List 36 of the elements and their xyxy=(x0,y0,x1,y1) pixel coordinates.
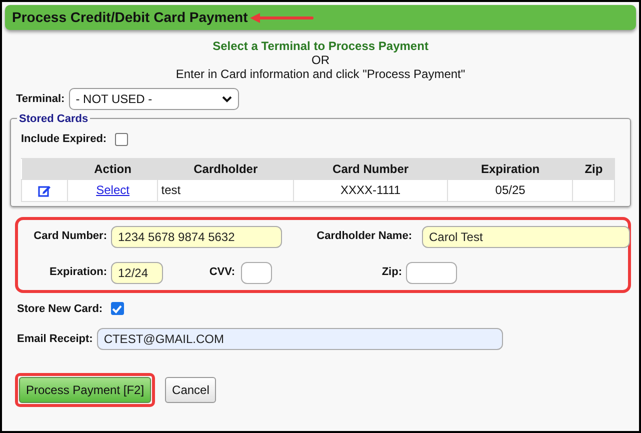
process-payment-button[interactable]: Process Payment [F2] xyxy=(19,377,152,403)
page-title: Process Credit/Debit Card Payment xyxy=(12,8,248,27)
column-header: Expiration xyxy=(448,158,573,179)
input-field[interactable]: 1234 5678 9874 5632 xyxy=(111,226,282,248)
input-field[interactable] xyxy=(241,262,272,284)
field-label: Cardholder Name: xyxy=(316,229,412,244)
input-field[interactable] xyxy=(406,262,457,284)
chevron-down-icon xyxy=(222,96,232,102)
column-header: Action xyxy=(68,158,158,179)
checkbox-label: Include Expired: xyxy=(21,132,107,147)
field-label: Card Number: xyxy=(32,229,107,244)
instruction-text: OR xyxy=(312,53,330,67)
checkbox-label: Store New Card: xyxy=(17,302,103,316)
field-label: Expiration: xyxy=(48,265,107,280)
column-header: Cardholder xyxy=(158,158,294,179)
email-field[interactable]: CTEST@GMAIL.COM xyxy=(96,328,503,350)
field-label: CVV: xyxy=(208,265,235,280)
terminal-label: Terminal: xyxy=(16,92,65,107)
table-cell: test xyxy=(158,179,294,201)
edit-icon[interactable] xyxy=(38,184,52,197)
dropdown-value: - NOT USED - xyxy=(76,91,152,108)
store-card-checkbox[interactable] xyxy=(110,302,124,316)
arrow-icon xyxy=(250,12,314,22)
column-header: Zip xyxy=(572,158,614,179)
field-label: Zip: xyxy=(380,265,402,280)
include-expired-checkbox[interactable] xyxy=(114,132,128,146)
input-field[interactable]: 12/24 xyxy=(111,262,163,284)
cancel-button[interactable]: Cancel xyxy=(165,377,216,403)
column-header: Card Number xyxy=(293,158,448,179)
input-field[interactable]: Carol Test xyxy=(422,226,630,248)
terminal-dropdown[interactable]: - NOT USED - xyxy=(68,88,239,110)
table-cell: XXXX-1111 xyxy=(293,179,448,201)
instruction-heading: Select a Terminal to Process Payment xyxy=(212,39,428,53)
table-cell: 05/25 xyxy=(448,179,573,201)
instruction-text: Enter in Card information and click "Process Payment" xyxy=(176,67,466,81)
field-label: Email Receipt: xyxy=(17,332,93,347)
